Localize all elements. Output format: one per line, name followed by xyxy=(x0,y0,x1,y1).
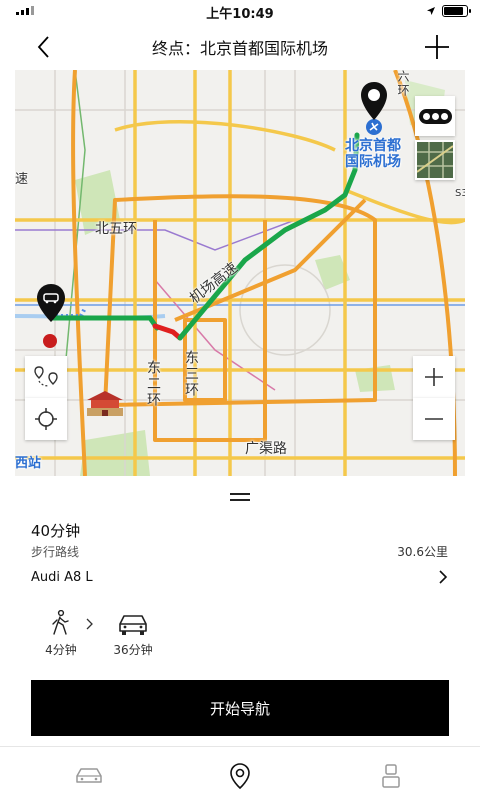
satellite-layer-button[interactable] xyxy=(415,140,455,180)
tab-car[interactable] xyxy=(74,761,104,791)
map-label-guangqu-road: 广渠路 xyxy=(245,441,287,457)
map-label-west-station: 西站 xyxy=(15,456,42,471)
destination-pin-icon[interactable] xyxy=(358,80,390,126)
walk-time: 4分钟 xyxy=(45,643,77,657)
status-time: 上午10:49 xyxy=(206,6,274,22)
map-label-north-5th-ring: 北五环 xyxy=(95,221,137,237)
location-tab-icon xyxy=(230,763,250,790)
chevron-right-icon xyxy=(439,570,448,584)
walk-icon xyxy=(52,610,69,635)
route-options-button[interactable] xyxy=(25,356,67,398)
header: 终点：北京首都国际机场 xyxy=(0,24,480,70)
tab-profile[interactable] xyxy=(376,761,406,791)
route-duration: 40分钟 xyxy=(31,522,81,540)
page-title: 终点：北京首都国际机场 xyxy=(151,39,328,58)
satellite-thumbnail-icon xyxy=(417,142,453,178)
location-arrow-icon xyxy=(427,7,435,15)
status-bar: 上午10:49 xyxy=(0,0,480,24)
profile-tab-icon xyxy=(382,764,400,788)
map-label-s3: S3 xyxy=(455,188,465,199)
route-distance: 30.6公里 xyxy=(397,545,448,559)
start-navigation-button[interactable]: 开始导航 xyxy=(31,680,449,736)
tab-bar xyxy=(0,746,480,800)
map-label-east-3rd-ring: 东三环 xyxy=(183,350,199,398)
zoom-in-button[interactable] xyxy=(413,356,455,398)
tiananmen-icon xyxy=(87,391,123,416)
vehicle-selector[interactable]: Audi A8 L xyxy=(31,565,449,589)
route-type-label: 步行路线 xyxy=(31,545,80,559)
start-car-pin-icon[interactable] xyxy=(34,282,68,324)
vehicle-name: Audi A8 L xyxy=(31,569,93,585)
crosshair-icon xyxy=(35,408,57,430)
add-button[interactable] xyxy=(422,32,452,62)
map-label-ring-6: 六环 xyxy=(396,70,410,98)
locate-me-button[interactable] xyxy=(25,398,67,440)
map-label-east-2nd-ring: 东二环 xyxy=(145,360,161,408)
car-tab-icon xyxy=(76,768,102,783)
tab-location[interactable] xyxy=(225,761,255,791)
zoom-out-button[interactable] xyxy=(413,398,455,440)
back-button[interactable] xyxy=(30,33,58,61)
map-label-airport: 北京首都 国际机场 xyxy=(345,138,401,170)
car-icon xyxy=(119,615,147,635)
route-pins-icon xyxy=(34,366,58,387)
panel-drag-handle[interactable] xyxy=(230,493,250,501)
map-view[interactable]: 北京首都 国际机场 北五环 东二环 东三环 机场高速 广渠路 六环 速 西站 S… xyxy=(15,70,465,476)
battery-icon xyxy=(442,5,471,17)
traffic-toggle-button[interactable] xyxy=(415,96,455,136)
map-label-speed: 速 xyxy=(15,172,29,187)
user-location-dot xyxy=(43,334,57,348)
drive-time: 36分钟 xyxy=(113,643,153,657)
segment-arrow-icon xyxy=(86,618,93,630)
signal-icon xyxy=(16,6,34,15)
route-red-segment xyxy=(152,323,183,341)
traffic-icon xyxy=(418,108,452,124)
plus-icon xyxy=(425,368,443,386)
minus-icon xyxy=(425,418,443,420)
